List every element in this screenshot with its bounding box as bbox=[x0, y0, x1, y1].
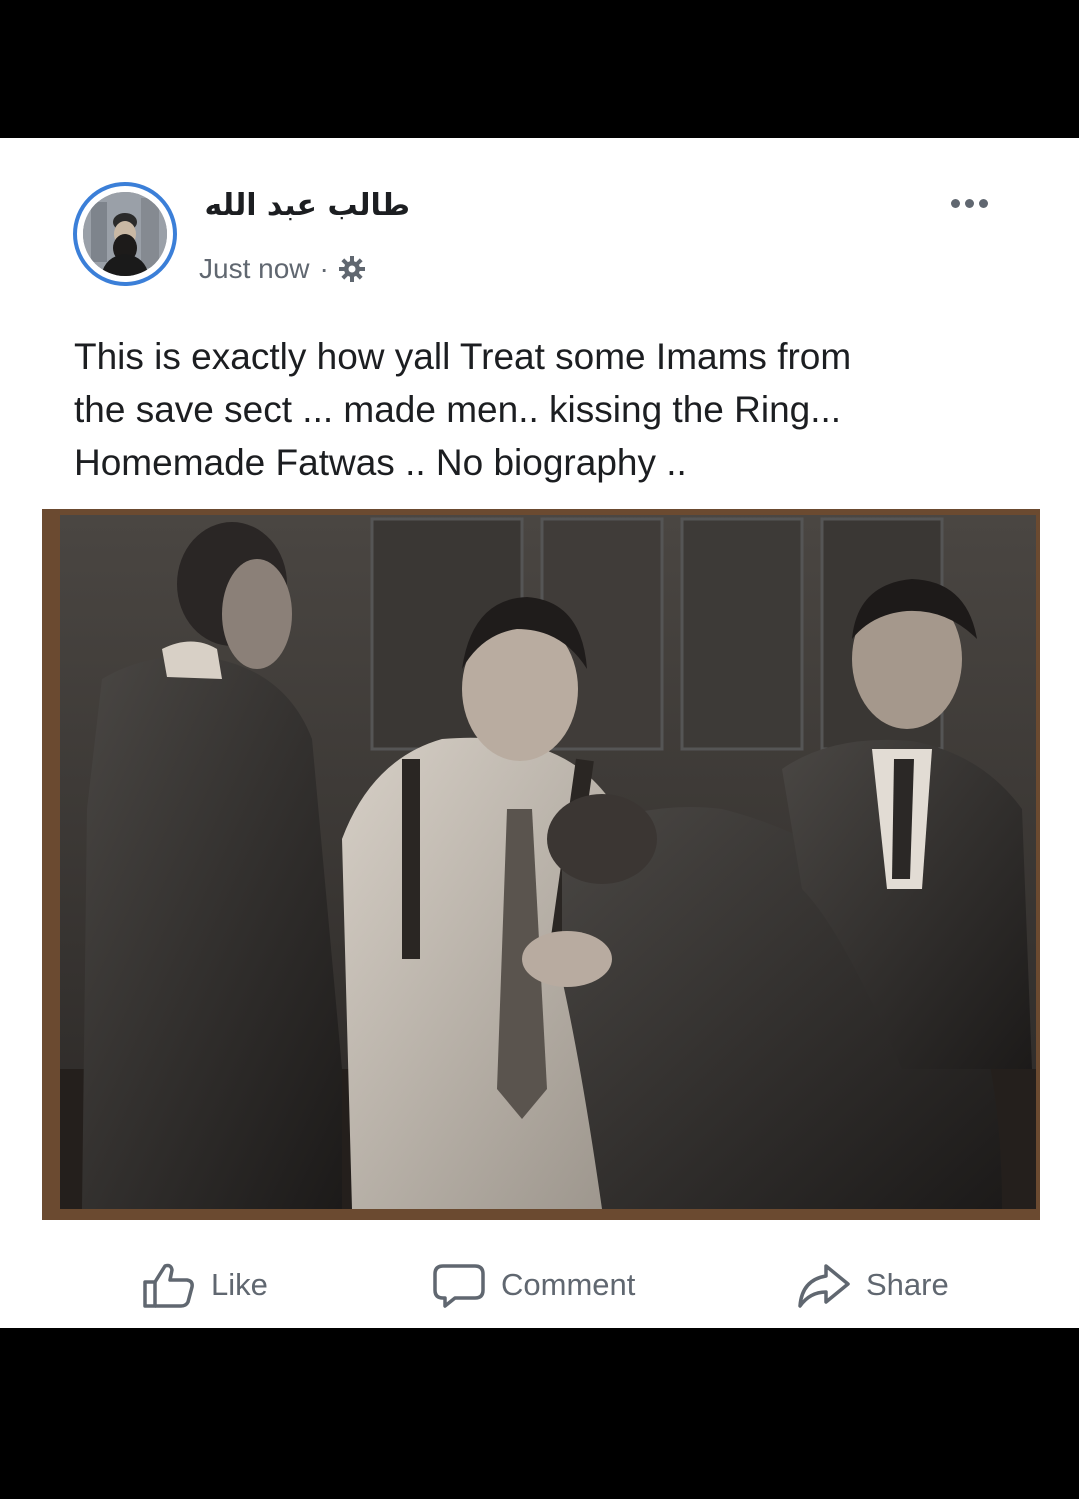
comment-bubble-icon bbox=[433, 1264, 485, 1308]
post-timestamp[interactable]: Just now bbox=[199, 253, 310, 285]
gear-icon[interactable] bbox=[337, 254, 367, 284]
more-dot bbox=[964, 198, 974, 208]
post-text-line: This is exactly how yall Treat some Imam… bbox=[74, 336, 852, 377]
avatar-photo bbox=[83, 192, 167, 276]
screenshot-frame: طالب عبد الله Just now · This is exactly… bbox=[0, 0, 1079, 1499]
thumbs-up-icon bbox=[143, 1263, 194, 1308]
more-options-icon[interactable] bbox=[944, 190, 994, 216]
like-label: Like bbox=[211, 1267, 268, 1302]
comment-button[interactable]: Comment bbox=[431, 1260, 635, 1310]
more-dot bbox=[978, 198, 988, 208]
share-button[interactable]: Share bbox=[796, 1260, 949, 1310]
like-button[interactable]: Like bbox=[141, 1260, 268, 1310]
post-text: This is exactly how yall Treat some Imam… bbox=[74, 330, 994, 489]
share-label: Share bbox=[866, 1267, 949, 1302]
comment-label: Comment bbox=[501, 1267, 636, 1302]
share-arrow-icon bbox=[798, 1264, 850, 1308]
post-text-line: Homemade Fatwas .. No biography .. bbox=[74, 442, 687, 483]
post-action-bar: Like Comment Share bbox=[0, 1246, 1079, 1328]
post-image[interactable] bbox=[42, 509, 1040, 1220]
author-avatar[interactable] bbox=[73, 182, 177, 286]
more-dot bbox=[950, 198, 960, 208]
post-text-line: the save sect ... made men.. kissing the… bbox=[74, 389, 842, 430]
post-card: طالب عبد الله Just now · This is exactly… bbox=[0, 138, 1079, 1328]
author-name[interactable]: طالب عبد الله bbox=[200, 188, 411, 223]
meta-separator: · bbox=[319, 253, 329, 284]
post-meta: Just now · bbox=[199, 251, 367, 287]
